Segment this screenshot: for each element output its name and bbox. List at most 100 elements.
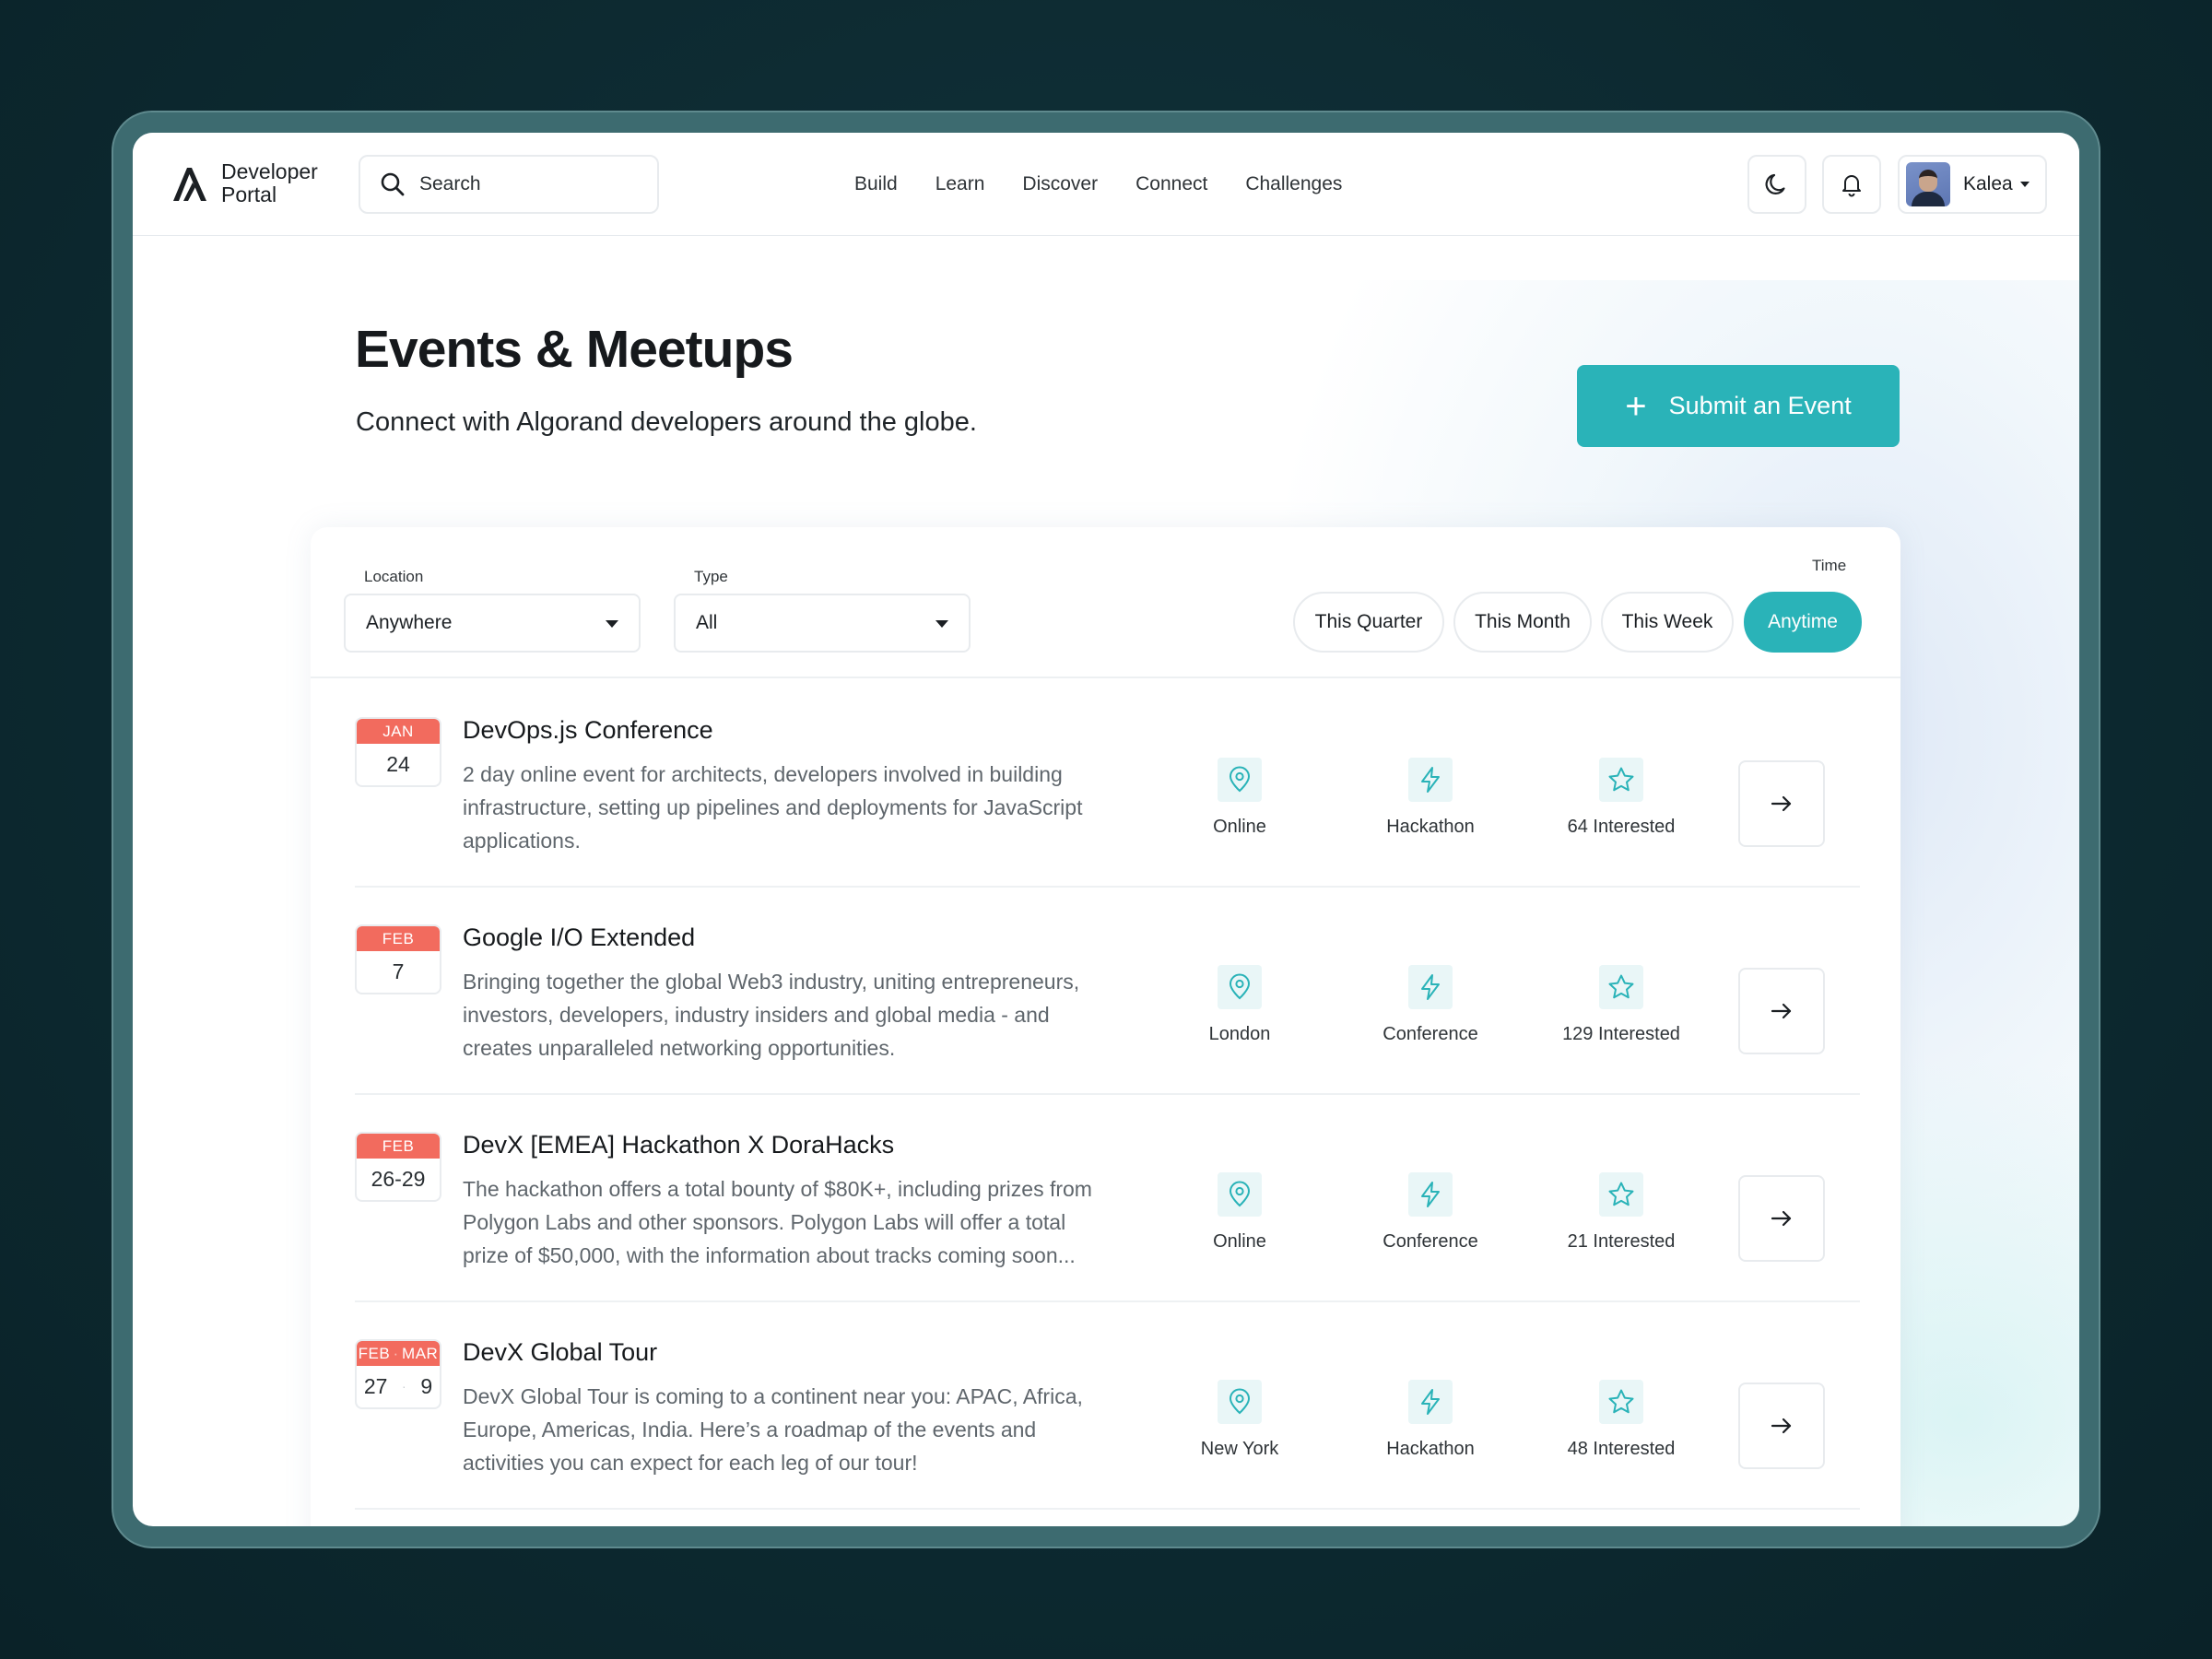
event-interest: 21 Interested [1529,1172,1713,1253]
event-type-label: Hackathon [1386,817,1475,837]
event-description: The hackathon offers a total bounty of $… [463,1177,1092,1267]
arrow-right-icon [1771,1003,1792,1019]
time-option-this-quarter[interactable]: This Quarter [1293,592,1444,653]
page-subtitle: Connect with Algorand developers around … [356,407,977,437]
avatar [1906,162,1950,206]
moon-icon [1765,173,1785,194]
main-nav: Build Learn Discover Connect Challenges [854,133,1342,236]
caret-down-icon [935,620,948,628]
star-icon [1608,1182,1634,1206]
app-window: Developer Portal Search Build Learn Disc… [133,133,2079,1526]
algorand-logo-icon [173,168,206,201]
event-interest: 48 Interested [1529,1380,1713,1460]
arrow-right-icon [1771,1418,1792,1434]
event-row[interactable]: FEB 7 Google I/O Extended Bringing toget… [355,888,1860,1095]
search-icon [381,172,405,196]
event-interest-label: 64 Interested [1567,817,1676,837]
event-interest-label: 48 Interested [1567,1439,1676,1459]
map-pin-icon [1229,1181,1251,1207]
time-filter-label: Time [1812,557,1847,574]
event-row[interactable]: FEB 26-29 DevX [EMEA] Hackathon X DoraHa… [355,1095,1860,1302]
nav-challenges[interactable]: Challenges [1245,173,1342,195]
event-interest-label: 21 Interested [1567,1231,1676,1252]
event-interest: 129 Interested [1529,965,1713,1045]
page-title: Events & Meetups [355,320,794,379]
type-filter-label: Type [694,568,728,585]
date-badge: FEB 26-29 [355,1132,441,1202]
theme-toggle-button[interactable] [1747,155,1806,214]
event-location-label: New York [1200,1439,1279,1459]
plus-icon: + [1625,385,1647,427]
date-badge: JAN 24 [355,717,441,787]
brand-logo[interactable]: Developer Portal [171,160,318,206]
search-input[interactable]: Search [359,155,659,214]
submit-event-button[interactable]: + Submit an Event [1577,365,1900,447]
date-month-start: FEB [358,1345,391,1362]
event-row[interactable]: JAN 24 DevOps.js Conference 2 day online… [355,680,1860,888]
location-select-value: Anywhere [366,612,453,633]
date-separator: · [393,1345,399,1362]
open-event-button[interactable] [1738,760,1825,847]
event-location-label: London [1208,1024,1271,1044]
map-pin-icon [1229,1388,1251,1415]
date-separator: · [402,1379,406,1394]
event-description: Bringing together the global Web3 indust… [463,970,1080,1060]
event-location: Online [1147,758,1332,838]
event-title[interactable]: DevX Global Tour [463,1338,657,1367]
user-menu-button[interactable]: Kalea [1898,155,2047,214]
caret-down-icon [606,620,618,628]
time-option-this-month[interactable]: This Month [1453,592,1592,653]
date-month: FEB [357,1134,440,1159]
star-icon [1608,974,1634,999]
open-event-button[interactable] [1738,968,1825,1054]
date-badge: FEB · MAR 27 · 9 [355,1339,441,1409]
event-description: 2 day online event for architects, devel… [463,762,1083,853]
lightning-icon [1421,974,1440,1000]
open-event-button[interactable] [1738,1175,1825,1262]
location-select[interactable]: Anywhere [344,594,641,653]
time-option-this-week[interactable]: This Week [1601,592,1734,653]
date-month: FEB [357,926,440,951]
nav-connect[interactable]: Connect [1135,173,1207,195]
event-location: New York [1147,1380,1332,1460]
date-day: 26-29 [371,1167,426,1191]
star-icon [1608,1389,1634,1414]
date-day: 24 [386,752,410,776]
event-row[interactable]: FEB · MAR 27 · 9 DevX Global Tour DevX G… [355,1302,1860,1510]
event-type: Conference [1338,1172,1523,1253]
event-title[interactable]: Google I/O Extended [463,924,695,952]
event-type-label: Conference [1382,1024,1478,1044]
event-title[interactable]: DevOps.js Conference [463,716,713,745]
lightning-icon [1421,1182,1440,1207]
date-month-range: FEB · MAR [357,1341,440,1366]
event-type: Hackathon [1338,758,1523,838]
nav-discover[interactable]: Discover [1022,173,1098,195]
time-option-anytime[interactable]: Anytime [1744,592,1862,653]
search-placeholder: Search [419,173,481,194]
date-month: JAN [357,719,440,744]
event-type-label: Hackathon [1386,1439,1475,1459]
brand-line-1: Developer [221,159,318,183]
lightning-icon [1421,1389,1440,1415]
nav-build[interactable]: Build [854,173,898,195]
event-title[interactable]: DevX [EMEA] Hackathon X DoraHacks [463,1131,894,1159]
date-day-end: 9 [420,1374,433,1398]
notifications-button[interactable] [1822,155,1881,214]
lightning-icon [1421,767,1440,793]
bell-icon [1842,175,1861,197]
nav-learn[interactable]: Learn [935,173,985,195]
open-event-button[interactable] [1738,1382,1825,1469]
map-pin-icon [1229,973,1251,1000]
map-pin-icon [1229,766,1251,793]
event-location-label: Online [1213,817,1266,837]
submit-event-label: Submit an Event [1668,392,1852,419]
event-location-label: Online [1213,1231,1266,1252]
arrow-right-icon [1771,1210,1792,1227]
type-select[interactable]: All [674,594,971,653]
arrow-right-icon [1771,795,1792,812]
date-day: 7 [392,959,405,983]
brand-line-2: Portal [221,182,277,206]
type-select-value: All [696,612,718,633]
top-navbar: Developer Portal Search Build Learn Disc… [133,133,2079,236]
user-name: Kalea [1963,173,2013,194]
